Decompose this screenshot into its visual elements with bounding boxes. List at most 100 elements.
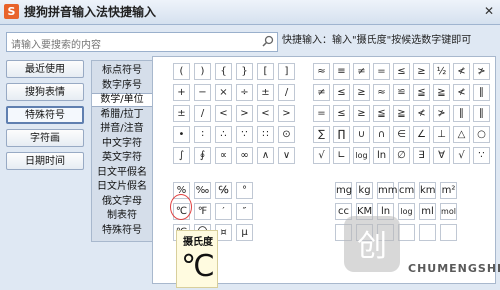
symbol-cell[interactable]: } (236, 63, 253, 80)
symbol-cell[interactable]: ∧ (257, 147, 274, 164)
symbol-cell[interactable]: μ (236, 224, 253, 241)
symbol-cell[interactable]: mm (377, 182, 397, 199)
symbol-cell[interactable]: ∃ (413, 147, 430, 164)
symbol-cell[interactable] (440, 224, 457, 241)
symbol-cell[interactable]: ∏ (333, 126, 350, 143)
symbol-cell[interactable]: ≧ (393, 105, 410, 122)
symbol-cell[interactable]: ≈ (373, 84, 390, 101)
symbol-cell[interactable]: ± (257, 84, 274, 101)
symbol-cell[interactable]: ] (278, 63, 295, 80)
symbol-cell[interactable]: ∥ (473, 84, 490, 101)
symbol-cell[interactable]: ∵ (473, 147, 490, 164)
symbol-cell[interactable]: ∝ (215, 147, 232, 164)
symbol-cell[interactable]: ≮ (453, 84, 470, 101)
symbol-cell[interactable]: ≧ (433, 84, 450, 101)
symbol-cell[interactable]: ° (236, 182, 253, 199)
symbol-cell[interactable]: ∨ (278, 147, 295, 164)
symbol-cell[interactable]: ≥ (353, 84, 370, 101)
symbol-cell[interactable]: ∵ (236, 126, 253, 143)
symbol-cell[interactable]: ∶ (194, 126, 211, 143)
symbol-cell[interactable]: + (173, 84, 190, 101)
symbol-cell[interactable]: ⊥ (433, 126, 450, 143)
symbol-cell[interactable]: ∥ (453, 105, 470, 122)
symbol-cell[interactable]: ( (173, 63, 190, 80)
symbol-cell[interactable]: ≡ (333, 63, 350, 80)
symbol-cell[interactable]: ℉ (194, 203, 211, 220)
symbol-cell[interactable]: m² (440, 182, 457, 199)
symbol-cell[interactable]: ≯ (473, 63, 490, 80)
symbol-cell[interactable]: cm (398, 182, 415, 199)
symbol-cell[interactable]: ≌ (393, 84, 410, 101)
symbol-cell[interactable]: ∞ (236, 147, 253, 164)
search-icon[interactable] (262, 35, 274, 47)
category-item[interactable]: 俄文字母 (92, 195, 152, 208)
symbol-cell[interactable]: ≥ (353, 105, 370, 122)
symbol-cell[interactable]: = (373, 63, 390, 80)
symbol-cell[interactable]: < (215, 105, 232, 122)
symbol-cell[interactable]: ∴ (215, 126, 232, 143)
symbol-cell[interactable]: ml (419, 203, 436, 220)
symbol-cell[interactable]: > (236, 105, 253, 122)
close-icon[interactable]: ✕ (482, 4, 496, 18)
symbol-cell[interactable]: − (194, 84, 211, 101)
symbol-cell[interactable]: × (215, 84, 232, 101)
symbol-cell[interactable]: ≤ (333, 84, 350, 101)
symbol-cell[interactable]: ≦ (413, 84, 430, 101)
symbol-cell[interactable]: / (194, 105, 211, 122)
symbol-cell[interactable]: ∫ (173, 147, 190, 164)
symbol-cell[interactable]: [ (257, 63, 274, 80)
symbol-cell[interactable]: mg (335, 182, 352, 199)
category-item[interactable]: 英文字符 (92, 151, 152, 164)
symbol-cell[interactable]: ∅ (393, 147, 410, 164)
symbol-cell[interactable]: kg (356, 182, 373, 199)
symbol-cell[interactable]: / (278, 84, 295, 101)
symbol-cell[interactable]: ∀ (433, 147, 450, 164)
left-button-4[interactable]: 字符画 (6, 129, 84, 147)
symbol-cell[interactable]: ∈ (393, 126, 410, 143)
category-item[interactable]: 日文片假名 (92, 180, 152, 193)
symbol-cell[interactable]: ″ (236, 203, 253, 220)
left-button-1[interactable]: 最近使用 (6, 60, 84, 78)
symbol-cell[interactable]: ½ (433, 63, 450, 80)
symbol-cell[interactable]: ≦ (373, 105, 390, 122)
symbol-cell[interactable]: ln (373, 147, 390, 164)
symbol-cell[interactable]: km (419, 182, 436, 199)
symbol-cell[interactable]: ∠ (413, 126, 430, 143)
category-item[interactable]: 数字序号 (92, 79, 152, 92)
category-item[interactable]: 中文字符 (92, 137, 152, 150)
left-button-2[interactable]: 搜狗表情 (6, 83, 84, 101)
category-item[interactable]: 数学/单位 (92, 93, 152, 107)
symbol-cell[interactable]: ′ (215, 203, 232, 220)
symbol-cell[interactable]: log (353, 147, 370, 164)
symbol-cell[interactable]: = (313, 105, 330, 122)
symbol-cell[interactable]: ≈ (313, 63, 330, 80)
category-item[interactable]: 希腊/拉丁 (92, 108, 152, 121)
symbol-cell[interactable]: ± (173, 105, 190, 122)
symbol-cell[interactable]: ≥ (413, 63, 430, 80)
search-box[interactable] (6, 32, 278, 54)
symbol-cell[interactable]: √ (313, 147, 330, 164)
symbol-cell[interactable]: ‰ (194, 182, 211, 199)
left-button-5[interactable]: 日期时间 (6, 152, 84, 170)
symbol-cell[interactable]: ÷ (236, 84, 253, 101)
symbol-cell[interactable]: ∑ (313, 126, 330, 143)
symbol-cell[interactable]: △ (453, 126, 470, 143)
symbol-cell[interactable]: ≠ (313, 84, 330, 101)
symbol-cell[interactable]: • (173, 126, 190, 143)
category-item[interactable]: 标点符号 (92, 64, 152, 77)
category-item[interactable]: 拼音/注音 (92, 122, 152, 135)
symbol-cell[interactable]: ○ (473, 126, 490, 143)
symbol-cell[interactable]: ∮ (194, 147, 211, 164)
category-item[interactable]: 制表符 (92, 209, 152, 222)
category-item[interactable]: 日文平假名 (92, 166, 152, 179)
symbol-cell[interactable]: ) (194, 63, 211, 80)
symbol-cell[interactable]: ≮ (453, 63, 470, 80)
symbol-cell[interactable]: ⊙ (278, 126, 295, 143)
symbol-cell[interactable]: ∪ (353, 126, 370, 143)
symbol-cell[interactable]: { (215, 63, 232, 80)
left-button-3[interactable]: 特殊符号 (6, 106, 84, 124)
symbol-cell[interactable]: ≮ (413, 105, 430, 122)
search-input[interactable] (7, 37, 251, 54)
symbol-cell[interactable]: ℅ (215, 182, 232, 199)
symbol-cell[interactable] (419, 224, 436, 241)
